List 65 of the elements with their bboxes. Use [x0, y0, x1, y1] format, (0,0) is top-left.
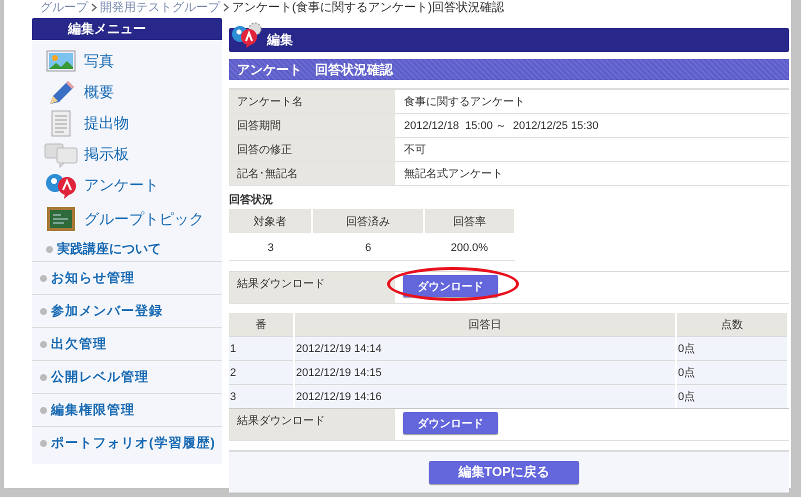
column-header: 回答日 [294, 313, 676, 336]
section-title: アンケート 回答状況確認 [229, 59, 789, 80]
bullet-icon [46, 246, 53, 252]
menu-item[interactable]: 掲示板 [84, 145, 129, 164]
menu-item[interactable]: 実践講座について [57, 240, 161, 258]
field-label: 結果ダウンロード [229, 409, 395, 440]
menu-item[interactable]: ポートフォリオ(学習履歴) [51, 434, 216, 452]
field-value: 無記名式アンケート [396, 162, 789, 186]
field-label: 回答の修正 [229, 138, 396, 162]
table-cell: 0点 [676, 384, 788, 408]
field-label: 回答期間 [229, 114, 396, 138]
table-cell: 0点 [676, 336, 788, 360]
field-value: 不可 [396, 138, 789, 162]
menu-item[interactable]: アンケート [84, 176, 159, 195]
chevron-icon [223, 3, 229, 12]
field-label: アンケート名 [229, 89, 396, 114]
column-header: 点数 [676, 313, 788, 336]
download-button[interactable]: ダウンロード [403, 275, 498, 297]
table-cell: 2012/12/19 14:16 [294, 384, 676, 408]
menu-item[interactable]: 提出物 [84, 114, 129, 133]
menu-item[interactable]: 公開レベル管理 [51, 368, 149, 386]
back-to-top-button[interactable]: 編集TOPに戻る [429, 460, 579, 484]
column-header: 回答率 [424, 209, 515, 234]
field-value: 食事に関するアンケート [396, 89, 789, 114]
photo-icon [46, 50, 76, 74]
qa-gear-icon [231, 22, 263, 48]
table-cell: 2012/12/19 14:15 [294, 360, 676, 384]
field-value: 2012/12/18 15:00 ～ 2012/12/25 15:30 [396, 114, 789, 138]
bullet-icon [40, 274, 47, 282]
sidebar-title: 編集メニュー [32, 18, 222, 40]
table-cell: 200.0% [424, 234, 515, 260]
table-cell: 0点 [676, 360, 788, 384]
bullet-icon [40, 374, 47, 380]
speech-bubbles-icon [44, 142, 78, 168]
bullet-icon [40, 340, 47, 348]
qa-bubbles-icon [44, 172, 78, 200]
column-header: 対象者 [229, 209, 312, 234]
column-header: 回答済み [312, 209, 424, 234]
breadcrumb-current: アンケート(食事に関するアンケート)回答状況確認 [232, 0, 504, 16]
menu-item[interactable]: 編集権限管理 [51, 401, 135, 419]
menu-item[interactable]: 概要 [84, 83, 114, 102]
table-cell: 2012/12/19 14:14 [294, 336, 676, 360]
breadcrumb-link[interactable]: 開発用テストグループ [100, 0, 220, 16]
menu-item[interactable]: 参加メンバー登録 [51, 302, 163, 320]
header-title: 編集 [267, 31, 293, 49]
table-cell: 1 [229, 336, 294, 360]
table-cell: 3 [229, 234, 312, 260]
bullet-icon [40, 308, 47, 314]
field-label: 結果ダウンロード [229, 272, 395, 303]
chalkboard-icon [46, 206, 76, 232]
table-cell: 2 [229, 360, 294, 384]
column-header: 番 [229, 313, 294, 336]
field-label: 記名･無記名 [229, 162, 396, 186]
menu-item[interactable]: グループトピック [84, 210, 204, 228]
status-title: 回答状況 [229, 192, 274, 207]
bullet-icon [40, 440, 47, 446]
chevron-icon [91, 3, 97, 12]
menu-item[interactable]: 写真 [84, 52, 114, 71]
menu-item[interactable]: 出欠管理 [51, 335, 107, 353]
table-cell: 6 [312, 234, 424, 260]
menu-item[interactable]: お知らせ管理 [51, 269, 135, 287]
breadcrumb-link[interactable]: グループ [40, 0, 88, 16]
bullet-icon [40, 406, 47, 414]
download-button[interactable]: ダウンロード [403, 412, 498, 434]
table-cell: 3 [229, 384, 294, 408]
